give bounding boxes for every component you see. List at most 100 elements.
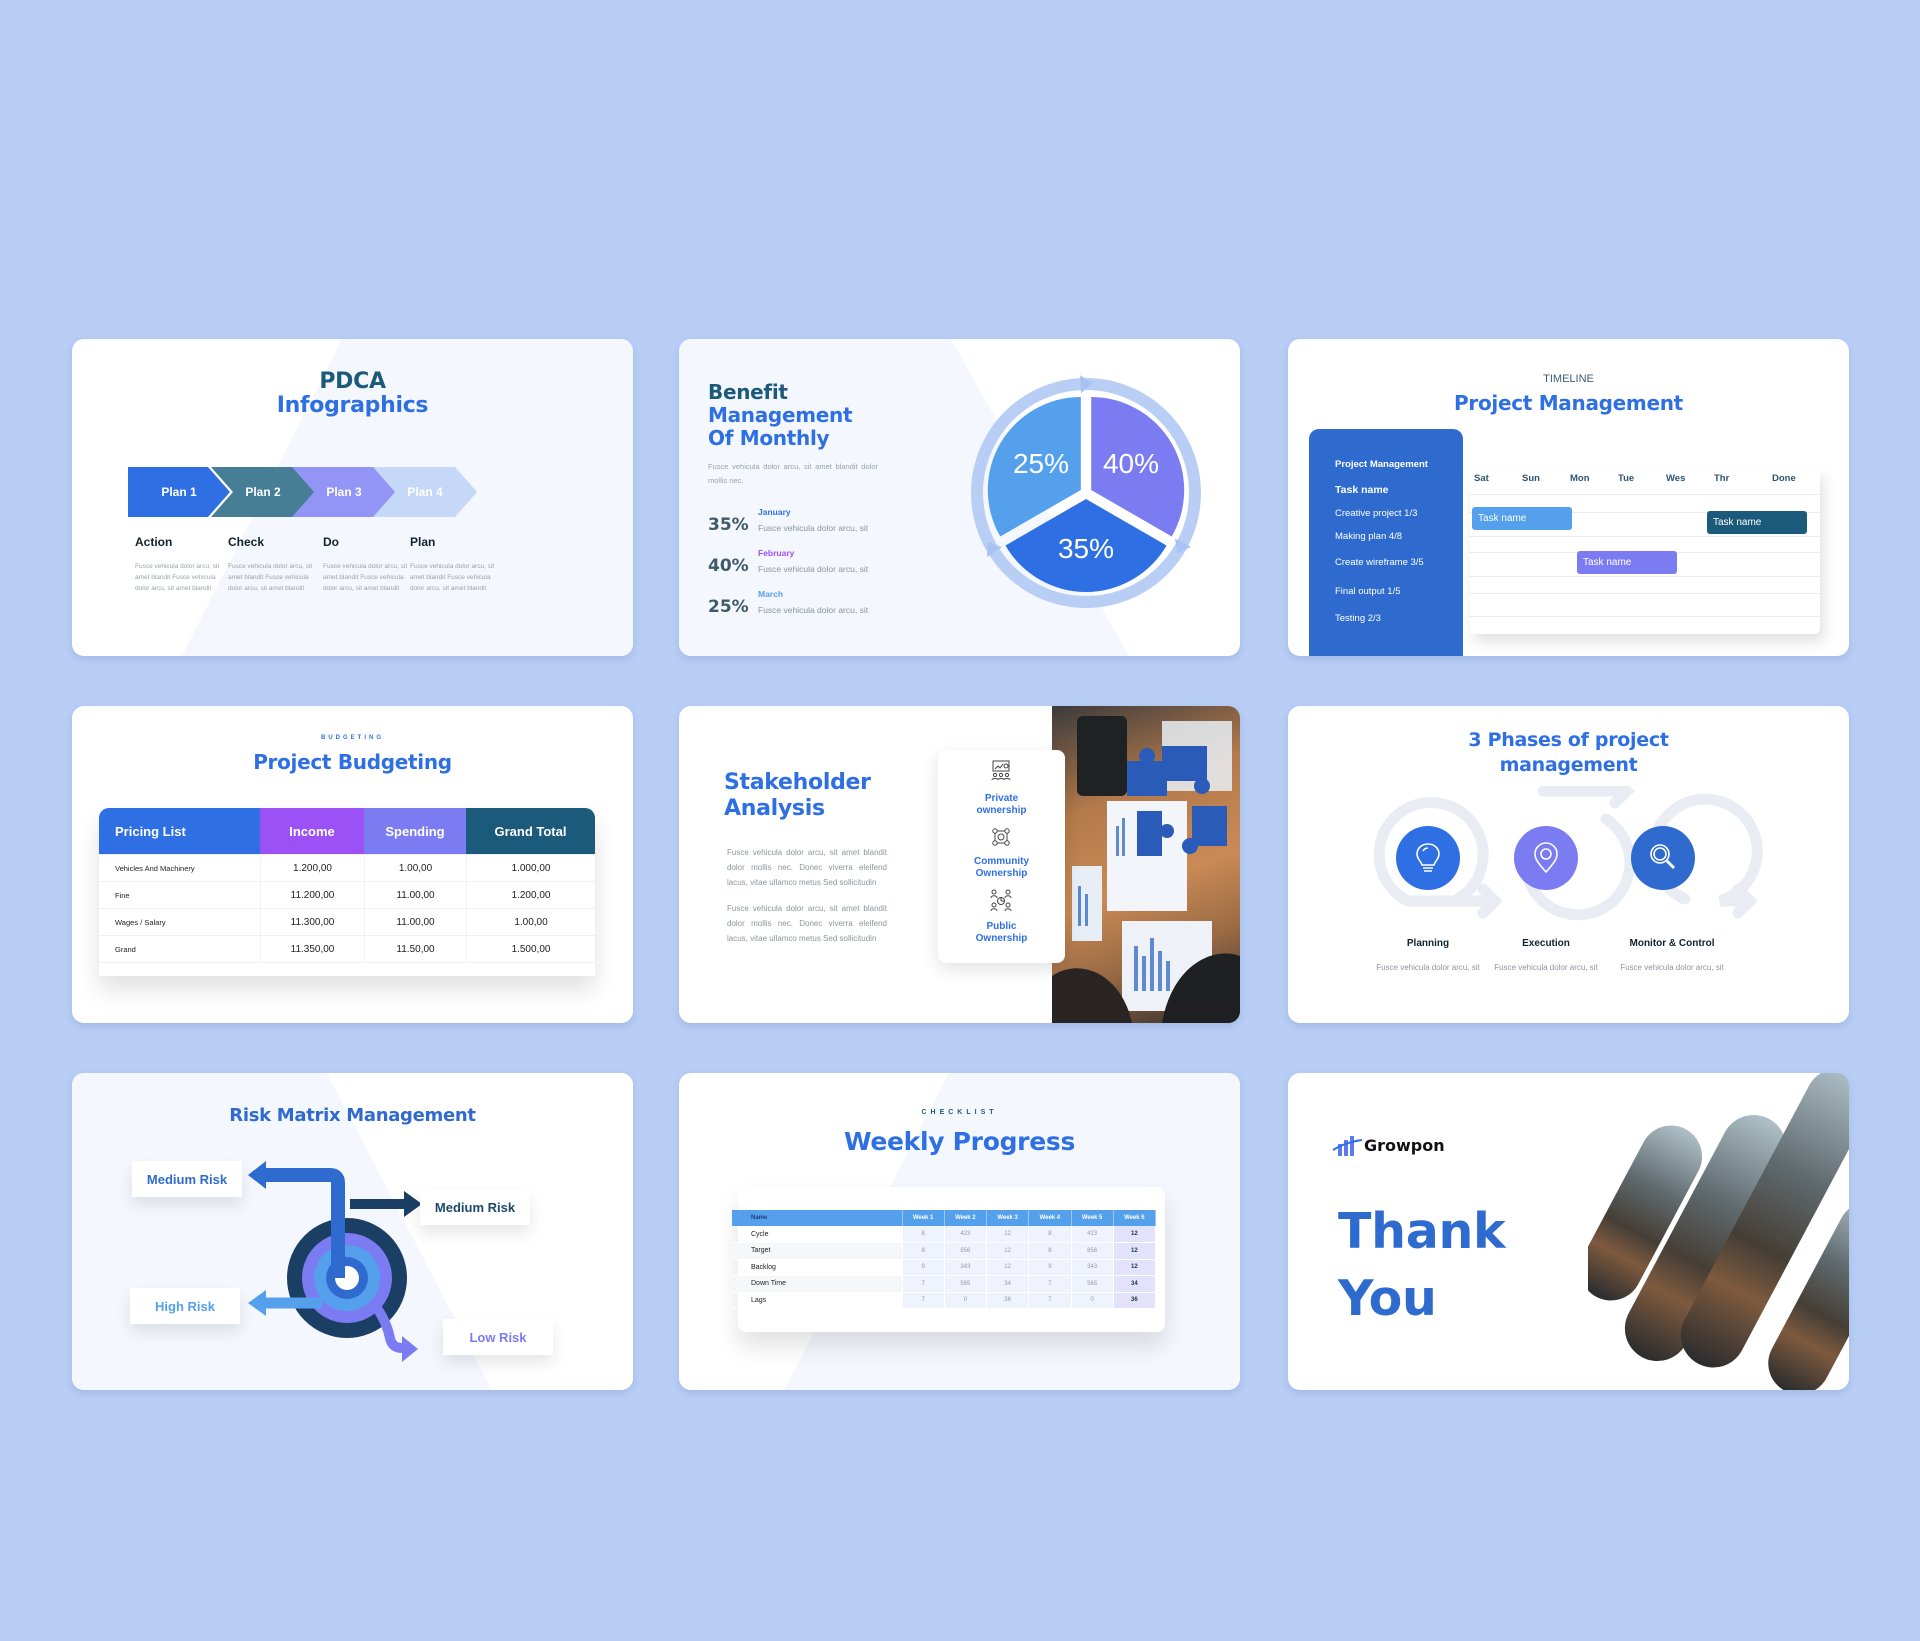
slide-title: Weekly Progress xyxy=(843,1127,1076,1156)
column-header[interactable]: Week 6 xyxy=(1113,1210,1157,1226)
slide-subtitle: Fusce vehicula dolor arcu, sit amet blan… xyxy=(708,462,878,485)
slide-title: Project Budgeting xyxy=(253,750,452,774)
table-cell: 565 xyxy=(944,1275,988,1293)
team-puzzle-photo xyxy=(1052,706,1240,1023)
weekly-progress-table: Name Week 1 Week 2 Week 3 Week 4 Week 5 Week 6… xyxy=(732,1210,1157,1309)
table-cell: 0 xyxy=(1071,1292,1114,1309)
step-title: Action xyxy=(135,535,173,549)
column-header[interactable]: Week 3 xyxy=(986,1210,1030,1226)
title-line3: Of Monthly xyxy=(708,426,830,450)
weekly-table-panel: Name Week 1 Week 2 Week 3 Week 4 Week 5 Week 6… xyxy=(732,1187,1165,1332)
paragraph: Fusce vehicula dolor arcu, sit amet blan… xyxy=(727,848,887,887)
day-column-header: Thr xyxy=(1714,473,1730,484)
risk-label[interactable]: High Risk xyxy=(130,1288,240,1324)
table-cell: 1.200,00 xyxy=(260,855,364,881)
grid-line xyxy=(1470,593,1820,594)
slide-three-phases[interactable]: 3 Phases of project management Planning F… xyxy=(1288,706,1849,1023)
ring-arrowhead xyxy=(1080,375,1093,394)
slide-benefit-management[interactable]: Benefit Management Of Monthly Fusce vehi… xyxy=(679,339,1240,656)
slide-weekly-progress[interactable]: CHECKLIST Weekly Progress Name Week 1 Week… xyxy=(679,1073,1240,1390)
ownership-label: Ownership xyxy=(975,868,1028,879)
column-header[interactable]: Name xyxy=(732,1210,903,1226)
planning-phase-circle xyxy=(1396,826,1460,890)
column-header[interactable]: Week 2 xyxy=(944,1210,988,1226)
step-description: Fusce vehicula dolor arcu, sit amet blan… xyxy=(228,563,313,592)
table-cell: 1.000,00 xyxy=(466,855,595,881)
gantt-task-bar[interactable]: Task name xyxy=(1577,551,1677,574)
growth-chart-logo-icon xyxy=(1332,1136,1363,1156)
column-header[interactable]: Week 1 xyxy=(902,1210,945,1226)
benefit-month: January xyxy=(758,507,791,517)
risk-label[interactable]: Medium Risk xyxy=(132,1161,242,1197)
ownership-item[interactable]: Public Ownership xyxy=(938,921,1065,945)
presentation-group-icon xyxy=(991,760,1011,781)
table-cell: 423 xyxy=(944,1226,988,1243)
table-cell: 11.350,00 xyxy=(260,936,364,962)
skyscraper-photo-strips xyxy=(1588,1073,1849,1390)
table-row: Grand 11.350,00 11.50,00 1.500,00 xyxy=(99,935,595,962)
column-header[interactable]: Pricing List xyxy=(99,808,260,854)
column-header[interactable]: Grand Total xyxy=(466,808,595,854)
table-cell: Wages / Salary xyxy=(115,917,166,927)
slide-title: 3 Phases of project management xyxy=(1288,728,1849,778)
benefit-pie-chart: 25% 40% 35% xyxy=(971,375,1201,608)
slide-title: Thank You xyxy=(1338,1198,1506,1332)
slide-stakeholder-analysis[interactable]: Stakeholder Analysis Fusce vehicula dolo… xyxy=(679,706,1240,1023)
slide-pdca-infographics[interactable]: PDCA Infographics Plan 1 Plan 2 Plan 3 Plan… xyxy=(72,339,633,656)
plan-chevron[interactable]: Plan 1 xyxy=(128,467,230,517)
community-network-icon xyxy=(992,828,1010,846)
table-cell: 7 xyxy=(902,1275,945,1293)
ownership-label: ownership xyxy=(976,805,1027,816)
benefit-percent: 35% xyxy=(708,515,749,535)
table-row: Target 8 856 12 8 856 12 xyxy=(732,1242,1157,1260)
table-cell: 12 xyxy=(986,1226,1030,1243)
column-header[interactable]: Income xyxy=(260,808,364,854)
ownership-label: Ownership xyxy=(975,933,1028,944)
step-title: Check xyxy=(228,535,265,549)
slide-eyebrow: TIMELINE xyxy=(1543,373,1594,385)
table-cell: 11.50,00 xyxy=(364,936,466,962)
slide-project-budgeting[interactable]: BUDGETING Project Budgeting Pricing List… xyxy=(72,706,633,1023)
phase-description: Fusce vehicula dolor arcu, sit xyxy=(1620,963,1724,972)
ownership-item[interactable]: Community Ownership xyxy=(938,856,1065,880)
table-cell: 8 xyxy=(1028,1242,1072,1260)
day-column-header: Sun xyxy=(1522,473,1540,484)
title-line2: Analysis xyxy=(724,796,825,821)
risk-label[interactable]: Medium Risk xyxy=(420,1189,530,1225)
ownership-label: Public xyxy=(986,921,1017,932)
table-cell: 36 xyxy=(986,1292,1030,1309)
column-header[interactable]: Spending xyxy=(364,808,466,854)
table-cell: 12 xyxy=(986,1259,1030,1276)
sidebar-subheading: Task name xyxy=(1335,484,1389,496)
slide-timeline-project-management[interactable]: TIMELINE Project Management Project Mana… xyxy=(1288,339,1849,656)
phase-label: Monitor & Control xyxy=(1629,938,1715,949)
slide-thank-you[interactable]: Growpon Thank You xyxy=(1288,1073,1849,1390)
task-sidebar: Project Management Task name Creative pr… xyxy=(1309,429,1463,656)
table-cell: Down Time xyxy=(732,1275,903,1293)
table-cell: Fine xyxy=(115,890,130,900)
table-cell: 12 xyxy=(986,1242,1030,1260)
monitor-phase-circle xyxy=(1631,826,1695,890)
pie-slice-label: 25% xyxy=(1013,448,1069,479)
step-title: Do xyxy=(323,535,339,549)
gantt-task-bar[interactable]: Task name xyxy=(1472,507,1572,530)
table-row: Cycle 8 423 12 8 423 12 xyxy=(732,1226,1157,1243)
grid-line xyxy=(1470,536,1820,537)
step-description: Fusce vehicula dolor arcu, sit amet blan… xyxy=(410,563,495,592)
ownership-panel: Private ownership Community Ownership Publ… xyxy=(938,750,1065,963)
column-header[interactable]: Week 4 xyxy=(1028,1210,1072,1226)
gantt-task-bar[interactable]: Task name xyxy=(1707,511,1807,534)
slide-eyebrow: CHECKLIST xyxy=(921,1109,998,1116)
table-row: Vehicles And Machinery 1.200,00 1.00,00 1.0… xyxy=(99,854,595,881)
brand-name: Growpon xyxy=(1364,1135,1445,1155)
benefit-percent: 25% xyxy=(708,597,749,617)
slide-risk-matrix[interactable]: Risk Matrix Management Medium Risk Medium… xyxy=(72,1073,633,1390)
column-header[interactable]: Week 5 xyxy=(1071,1210,1114,1226)
table-cell: Grand xyxy=(115,944,136,954)
benefit-month: March xyxy=(758,589,784,599)
risk-label[interactable]: Low Risk xyxy=(443,1319,553,1355)
task-item: Testing 2/3 xyxy=(1335,613,1381,624)
ownership-item[interactable]: Private ownership xyxy=(938,793,1065,817)
table-cell: Backlog xyxy=(732,1259,903,1276)
table-cell: 8 xyxy=(902,1242,945,1260)
